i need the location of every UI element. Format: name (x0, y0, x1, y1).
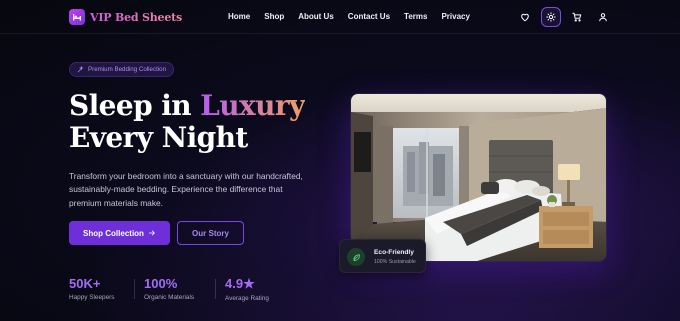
our-story-button[interactable]: Our Story (177, 221, 244, 245)
brand-name: VIP Bed Sheets (90, 10, 183, 24)
top-navbar: VIP Bed Sheets Home Shop About Us Contac… (0, 0, 680, 34)
headline-part2: Every Night (69, 121, 248, 154)
stat-average-rating: 4.9★ Average Rating (225, 276, 269, 302)
bed-icon (69, 9, 85, 25)
stat-value: 100% (144, 276, 178, 291)
stat-organic-materials: 100% Organic Materials (144, 276, 194, 301)
nav-link-terms[interactable]: Terms (404, 12, 427, 21)
user-icon[interactable] (593, 7, 613, 27)
headline-part1: Sleep in (69, 89, 201, 122)
stat-label: Happy Sleepers (69, 294, 115, 301)
badge-text: Premium Bedding Collection (88, 66, 167, 73)
stat-divider (215, 279, 216, 299)
our-story-label: Our Story (192, 228, 229, 238)
nav-link-contact[interactable]: Contact Us (348, 12, 390, 21)
sun-icon[interactable] (541, 7, 561, 27)
nav-actions (515, 7, 619, 27)
arrow-right-icon (148, 230, 155, 236)
brand-logo[interactable]: VIP Bed Sheets (69, 9, 182, 25)
stat-label: Average Rating (225, 295, 269, 302)
main-menu: Home Shop About Us Contact Us Terms Priv… (228, 12, 484, 21)
collection-badge: Premium Bedding Collection (69, 62, 175, 77)
hero-bedroom-image (350, 93, 607, 262)
eco-friendly-card: Eco-Friendly 100% Sustainable (339, 239, 426, 273)
stat-value: 50K+ (69, 276, 101, 291)
nav-link-about[interactable]: About Us (298, 12, 334, 21)
stat-label: Organic Materials (144, 294, 195, 301)
nav-link-privacy[interactable]: Privacy (441, 12, 469, 21)
headline-accent: Luxury (200, 89, 305, 122)
hero-headline: Sleep in Luxury Every Night (69, 90, 349, 154)
stat-value: 4.9★ (225, 276, 255, 291)
eco-card-title: Eco-Friendly (374, 249, 414, 256)
eco-card-subtitle: 100% Sustainable (374, 259, 416, 265)
shop-collection-button[interactable]: Shop Collection (69, 221, 170, 245)
hero-subtext: Transform your bedroom into a sanctuary … (69, 171, 303, 208)
stat-divider (134, 279, 135, 299)
sparkle-icon (77, 66, 84, 73)
heart-icon[interactable] (515, 7, 535, 27)
leaf-icon (347, 248, 365, 266)
cart-icon[interactable] (567, 7, 587, 27)
stat-happy-sleepers: 50K+ Happy Sleepers (69, 276, 114, 301)
nav-link-shop[interactable]: Shop (264, 12, 284, 21)
shop-collection-label: Shop Collection (83, 228, 144, 238)
nav-link-home[interactable]: Home (228, 12, 250, 21)
